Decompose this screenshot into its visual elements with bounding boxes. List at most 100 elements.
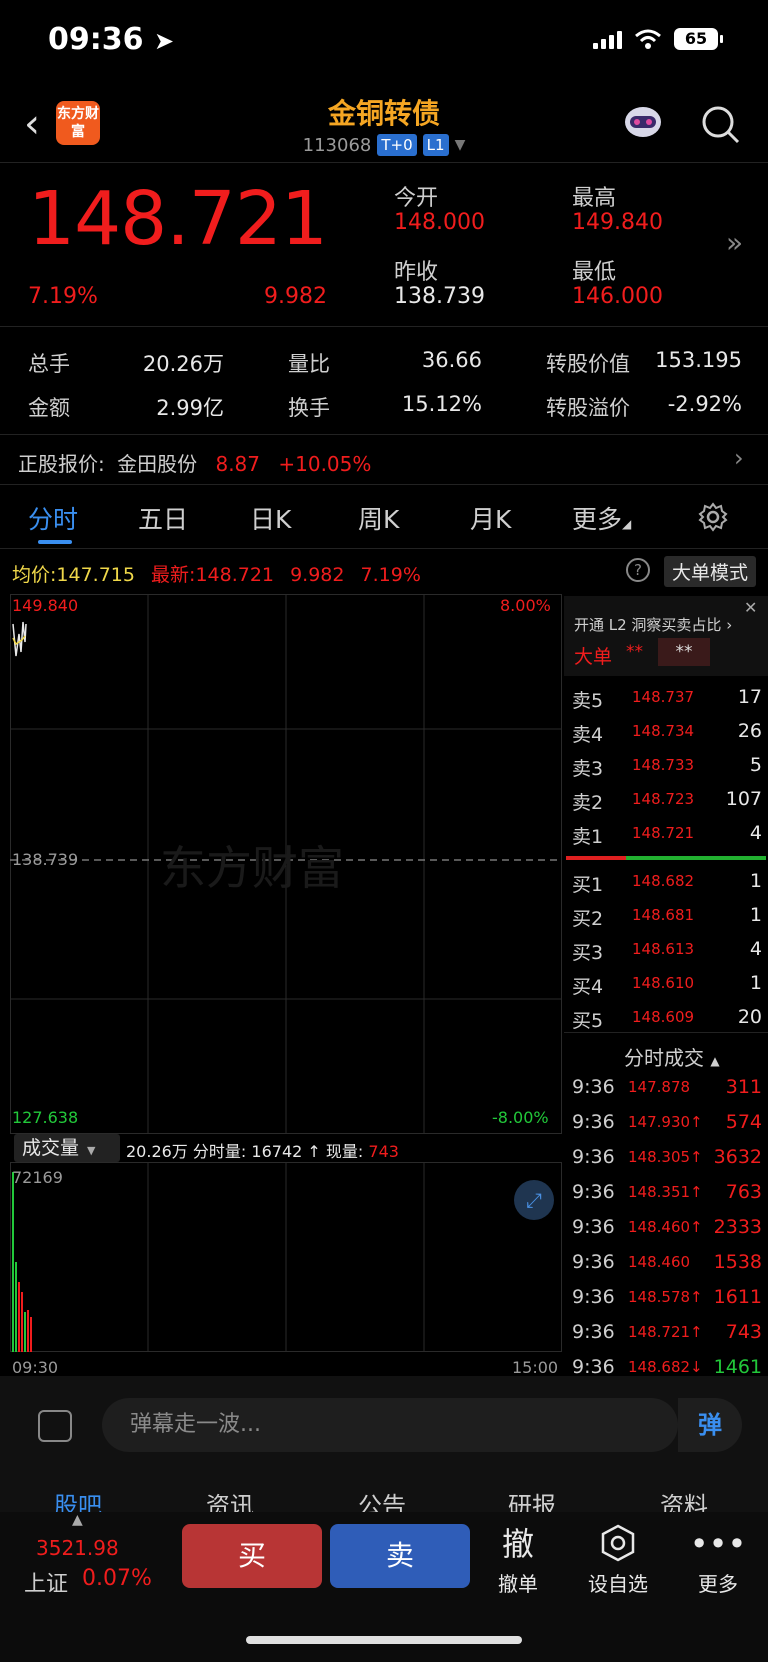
volume-chart[interactable]: [10, 1162, 562, 1352]
trade-time: 9:36: [572, 1216, 615, 1238]
trade-time: 9:36: [572, 1111, 615, 1133]
level-volume: 4: [749, 822, 762, 844]
trade-row: 9:36 148.460↑ 2333: [572, 1216, 762, 1250]
chevron-down-icon: ▼: [454, 137, 466, 153]
underlying-label: 正股报价:: [18, 452, 105, 476]
volume-indicator-select[interactable]: 成交量 ▼: [14, 1134, 120, 1162]
latest-label: 最新:: [151, 564, 196, 586]
trade-price: 148.460↑: [628, 1218, 703, 1236]
tab-underline: [38, 540, 72, 544]
latest-chg: 9.982: [290, 564, 345, 586]
stat-value: 153.195: [655, 348, 742, 372]
level-price: 148.610: [632, 974, 695, 992]
avg-label: 均价:: [12, 564, 57, 586]
trade-price: 147.930↑: [628, 1113, 703, 1131]
trade-row: 9:36 148.305↑ 3632: [572, 1146, 762, 1180]
double-chevron-right-icon[interactable]: »: [726, 226, 743, 259]
expand-icon[interactable]: ⤢: [514, 1180, 554, 1220]
index-pct[interactable]: 0.07%: [82, 1566, 152, 1591]
big-order-mode-button[interactable]: 大单模式: [664, 556, 757, 587]
level-price: 148.721: [632, 824, 695, 842]
search-icon[interactable]: [700, 104, 742, 146]
index-expand-icon[interactable]: ▲: [72, 1512, 83, 1528]
tab-five-day[interactable]: 五日: [138, 500, 188, 536]
more-button[interactable]: ••• 更多: [678, 1524, 758, 1597]
level-label: 买3: [572, 942, 604, 964]
trades-title[interactable]: 分时成交 ▲: [624, 1042, 720, 1071]
tab-intraday[interactable]: 分时: [28, 500, 78, 536]
trade-price: 148.460: [628, 1253, 691, 1271]
trade-volume: 1461: [713, 1356, 762, 1378]
security-code: 113068: [302, 134, 372, 156]
volume-max: 72169: [12, 1168, 63, 1187]
l1-badge: L1: [422, 134, 449, 156]
tab-weekly-k[interactable]: 周K: [358, 500, 399, 536]
trade-price: 148.721↑: [628, 1323, 703, 1341]
tab-more[interactable]: 更多◢: [572, 500, 631, 536]
level-price: 148.737: [632, 688, 695, 706]
cancel-order-button[interactable]: 撤 撤单: [478, 1524, 558, 1597]
trade-volume: 3632: [713, 1146, 762, 1168]
change-percent: 7.19%: [28, 284, 98, 309]
prev-close-value: 138.739: [394, 284, 485, 309]
chart-top-price: 149.840: [12, 596, 79, 615]
level-volume: 107: [725, 788, 762, 810]
tab-monthly-k[interactable]: 月K: [470, 500, 511, 536]
open-label: 今开: [394, 186, 439, 211]
level-price: 148.734: [632, 722, 695, 740]
last-price: 148.721: [28, 176, 328, 262]
chevron-right-icon[interactable]: ›: [734, 444, 744, 472]
index-name[interactable]: 上证: [24, 1566, 68, 1598]
wifi-icon: [635, 29, 661, 49]
level-price: 148.609: [632, 1008, 695, 1026]
tab-daily-k[interactable]: 日K: [250, 500, 291, 536]
l2-promo-text[interactable]: 开通 L2 洞察买卖占比 ›: [574, 614, 732, 635]
level-volume: 17: [737, 686, 762, 708]
buy-button[interactable]: 买: [182, 1524, 322, 1588]
trade-row: 9:36 148.351↑ 763: [572, 1181, 762, 1215]
underlying-stock-row[interactable]: 正股报价: 金田股份 8.87 +10.05%: [18, 448, 371, 477]
chat-history-icon[interactable]: [38, 1410, 72, 1442]
level-volume: 4: [749, 938, 762, 960]
trade-time: 9:36: [572, 1181, 615, 1203]
robot-assistant-icon[interactable]: [620, 102, 666, 142]
stat-value: 20.26万: [142, 352, 224, 376]
trade-row: 9:36 147.878 311: [572, 1076, 762, 1110]
order-book-row: 卖1 148.721 4: [572, 822, 762, 856]
stat-label: 转股溢价: [546, 396, 630, 420]
stat-value: -2.92%: [667, 392, 742, 416]
intraday-price-chart[interactable]: 东方财富: [10, 594, 562, 1134]
sell-button[interactable]: 卖: [330, 1524, 470, 1588]
close-icon[interactable]: ✕: [744, 598, 757, 617]
price-line: [12, 621, 27, 657]
stat-label: 转股价值: [546, 352, 630, 376]
index-value[interactable]: 3521.98: [36, 1536, 119, 1560]
order-book-row: 买2 148.681 1: [572, 904, 762, 938]
trade-row: 9:36 147.930↑ 574: [572, 1111, 762, 1145]
big-order-sell-masked: **: [658, 638, 710, 666]
level-label: 卖3: [572, 758, 604, 780]
trade-volume: 1538: [713, 1251, 762, 1273]
time-start: 09:30: [12, 1358, 59, 1377]
trade-row: 9:36 148.721↑ 743: [572, 1321, 762, 1355]
stat-value: 36.66: [421, 348, 482, 372]
level-price: 148.733: [632, 756, 695, 774]
open-value: 148.000: [394, 210, 485, 235]
level-price: 148.723: [632, 790, 695, 808]
t0-badge: T+0: [377, 134, 417, 156]
watchlist-hexagon-icon: [578, 1524, 658, 1564]
add-watchlist-button[interactable]: 设自选: [578, 1524, 658, 1597]
trade-time: 9:36: [572, 1321, 615, 1343]
level-price: 148.682: [632, 872, 695, 890]
latest-value: 148.721: [195, 564, 275, 586]
danmaku-input[interactable]: 弹幕走一波...: [102, 1398, 678, 1452]
chart-bottom-pct: -8.00%: [492, 1108, 549, 1127]
settings-gear-icon[interactable]: [698, 502, 728, 532]
danmaku-toggle-button[interactable]: 弹: [678, 1398, 742, 1452]
level-volume: 20: [737, 1006, 762, 1028]
help-icon[interactable]: ?: [626, 558, 650, 582]
chart-tabs: 分时 五日 日K 周K 月K 更多◢: [0, 500, 768, 548]
level-label: 卖1: [572, 826, 604, 848]
underlying-pct: +10.05%: [278, 452, 372, 476]
big-order-label: 大单: [574, 646, 613, 668]
